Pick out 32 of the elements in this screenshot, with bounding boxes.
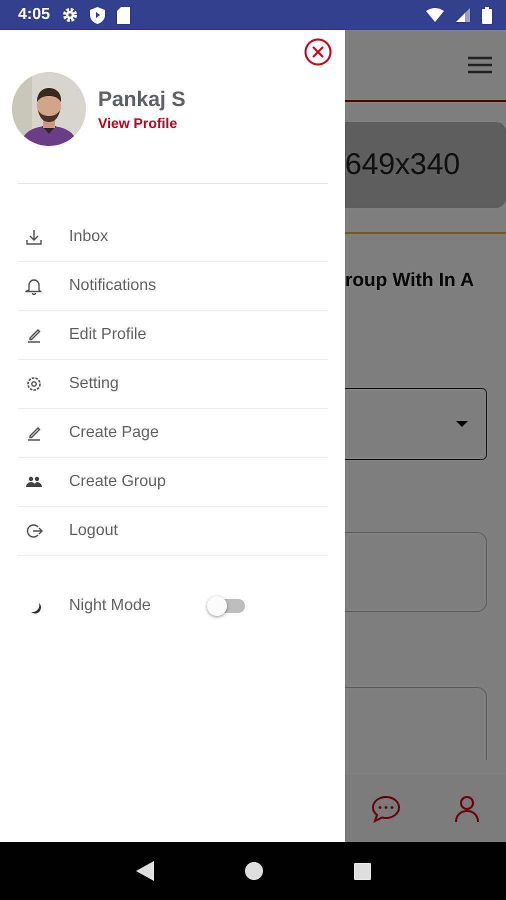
view-profile-link[interactable]: View Profile (98, 114, 186, 130)
menu-item[interactable]: Inbox (18, 213, 328, 262)
signal-icon (456, 8, 470, 22)
gear-icon (62, 7, 78, 23)
status-time: 4:05 (18, 6, 50, 24)
logout-icon (25, 522, 43, 540)
menu-item[interactable]: Create Page (18, 409, 328, 458)
bell-icon (25, 277, 43, 295)
menu-item[interactable]: Logout (18, 507, 328, 556)
menu-item[interactable]: Edit Profile (18, 311, 328, 360)
menu-item[interactable]: Setting (18, 360, 328, 409)
close-icon[interactable] (304, 38, 332, 66)
person-icon[interactable] (454, 794, 480, 822)
profile-name: Pankaj S (98, 88, 186, 112)
night-mode-label: Night Mode (69, 597, 151, 615)
form-heading: roup With In A (345, 270, 475, 292)
caret-icon (456, 421, 468, 427)
back-icon[interactable] (136, 861, 154, 881)
menu-item[interactable]: Create Group (18, 458, 328, 507)
menu-item[interactable]: Notifications (18, 262, 328, 311)
menu-icon[interactable] (468, 56, 492, 74)
settings-icon (25, 375, 43, 393)
shield-icon (90, 6, 106, 24)
download-icon (25, 228, 43, 246)
toggle-switch[interactable] (206, 596, 245, 616)
sd-card-icon (117, 6, 130, 24)
chat-icon[interactable] (371, 794, 402, 822)
battery-icon (482, 6, 492, 24)
home-icon[interactable] (244, 862, 262, 880)
recents-icon[interactable] (354, 862, 370, 880)
wifi-icon (426, 8, 444, 22)
image-size-label: 649x340 (345, 148, 460, 182)
